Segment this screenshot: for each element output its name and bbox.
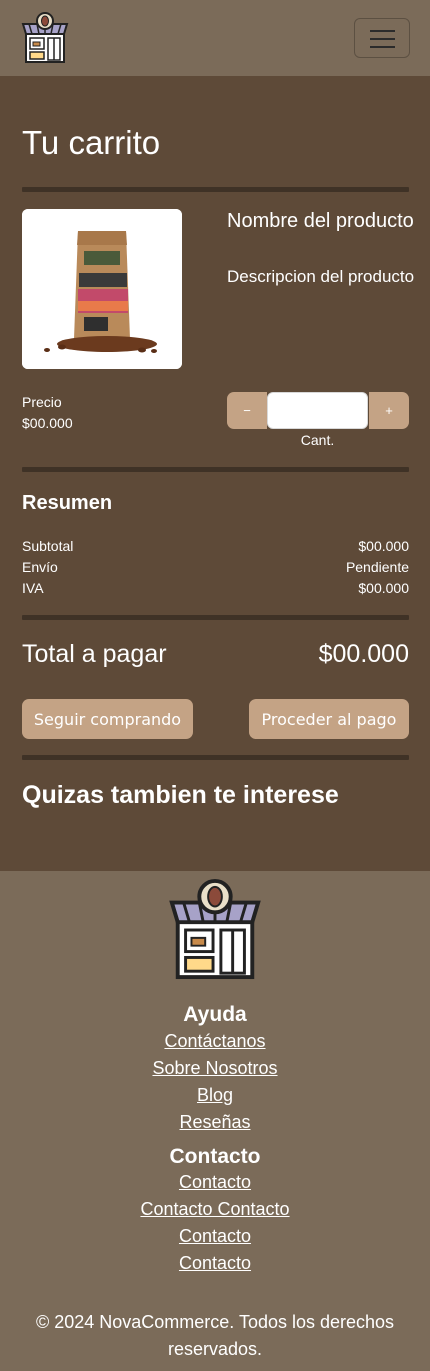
summary-label: Envío [22,559,58,575]
divider [22,467,409,472]
summary-value: $00.000 [358,538,409,554]
footer-link-contact[interactable]: Contacto [0,1226,430,1247]
cart-section: Tu carrito Nombre del producto Descripci… [0,76,430,871]
price-value: $00.000 [22,415,73,431]
divider [22,615,409,620]
total-value: $00.000 [318,640,409,668]
footer-link-reviews[interactable]: Reseñas [0,1112,430,1133]
product-description: Descripcion del producto [227,267,415,286]
footer-link-blog[interactable]: Blog [0,1085,430,1106]
page-title: Tu carrito [22,124,161,161]
coffee-shop-logo-icon [165,879,265,981]
footer: Ayuda Contáctanos Sobre Nosotros Blog Re… [0,871,430,1371]
summary-row-tax: IVA $00.000 [22,580,409,596]
footer-link-contact-us[interactable]: Contáctanos [0,1031,430,1052]
summary-title: Resumen [22,492,113,514]
footer-link-contact[interactable]: Contacto Contacto [0,1199,430,1220]
continue-shopping-button[interactable]: Seguir comprando [22,699,193,739]
coffee-bag-image [22,209,182,369]
footer-help-heading: Ayuda [183,1003,247,1026]
increase-quantity-button[interactable]: + [369,392,409,429]
summary-label: IVA [22,580,44,596]
coffee-shop-logo-icon[interactable] [20,12,70,64]
summary-label: Subtotal [22,538,74,554]
divider [22,755,409,760]
quantity-input[interactable] [267,392,368,429]
quantity-label: Cant. [300,432,335,448]
copyright-text: © 2024 NovaCommerce. Todos los derechos … [35,1312,395,1359]
footer-link-contact[interactable]: Contacto [0,1253,430,1274]
checkout-button[interactable]: Proceder al pago [249,699,409,739]
footer-link-about[interactable]: Sobre Nosotros [0,1058,430,1079]
summary-row-shipping: Envío Pendiente [22,559,409,575]
navbar [0,0,430,76]
menu-toggle-button[interactable] [354,18,410,58]
summary-value: $00.000 [358,580,409,596]
total-label: Total a pagar [22,640,167,668]
price-label: Precio [22,394,62,410]
footer-contact-heading: Contacto [169,1145,261,1168]
product-name: Nombre del producto [227,210,414,232]
footer-link-contact[interactable]: Contacto [0,1172,430,1193]
summary-row-subtotal: Subtotal $00.000 [22,538,409,554]
summary-value: Pendiente [345,559,409,575]
hamburger-menu-icon [370,30,395,32]
product-image[interactable] [22,209,182,369]
recommendations-title: Quizas tambien te interese [22,781,339,809]
decrease-quantity-button[interactable]: − [227,392,267,429]
divider [22,187,409,192]
